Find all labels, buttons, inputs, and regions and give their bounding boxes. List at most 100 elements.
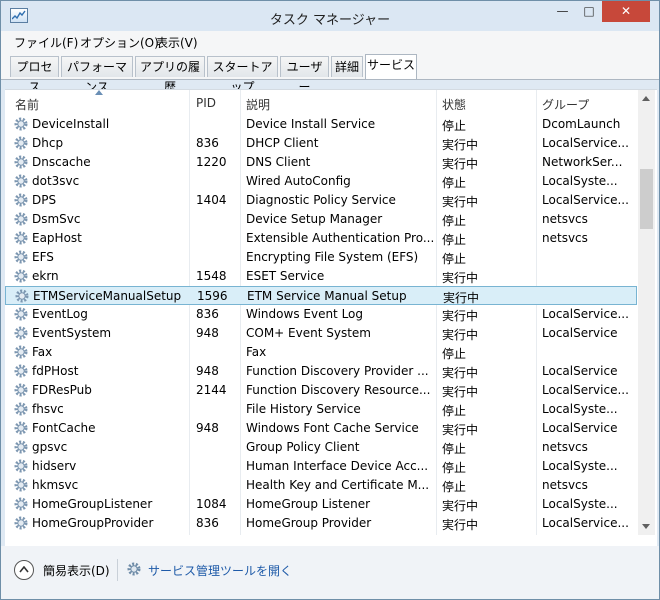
footer-bar: 簡易表示(D) サービス管理ツールを開く (1, 546, 659, 599)
service-status: 停止 (442, 214, 467, 228)
service-row[interactable]: FDResPub 2144 Function Discovery Resource.… (5, 381, 637, 400)
service-group: LocalSyste... (542, 459, 618, 473)
service-name: Dhcp (32, 136, 64, 150)
gear-icon (13, 325, 29, 344)
service-status: 実行中 (442, 499, 479, 513)
tab-performance[interactable]: パフォーマンス (61, 56, 133, 94)
minimize-button[interactable]: — (549, 1, 576, 22)
service-group: LocalSyste... (542, 174, 618, 188)
service-description: COM+ Event System (246, 326, 371, 340)
menu-options[interactable]: オプション(O) (80, 34, 159, 51)
service-row[interactable]: FontCache 948 Windows Font Cache Service 実行… (5, 419, 637, 438)
tab-startup[interactable]: スタートアップ (207, 56, 278, 94)
gear-icon (126, 561, 142, 580)
service-description: DNS Client (246, 155, 311, 169)
gear-icon (13, 306, 29, 325)
service-row[interactable]: HomeGroupProvider 836 HomeGroup Provider 実行… (5, 514, 637, 533)
tab-services[interactable]: サービス (365, 54, 417, 79)
footer-divider (117, 559, 118, 581)
service-group: netsvcs (542, 231, 588, 245)
service-row[interactable]: EapHost Extensible Authentication Pro... 停… (5, 229, 637, 248)
column-description[interactable]: 説明 (246, 96, 270, 113)
fewer-details-label[interactable]: 簡易表示(D) (43, 562, 110, 579)
tab-details[interactable]: 詳細 (331, 56, 363, 77)
service-row[interactable]: fhsvc File History Service 停止 LocalSyste... (5, 400, 637, 419)
service-group: netsvcs (542, 212, 588, 226)
service-name: dot3svc (32, 174, 80, 188)
column-name[interactable]: 名前 (15, 96, 39, 113)
scroll-down-button[interactable] (638, 518, 655, 535)
service-row[interactable]: HomeGroupListener 1084 HomeGroup Listener 実… (5, 495, 637, 514)
service-status: 実行中 (442, 328, 479, 342)
service-description: Device Install Service (246, 117, 376, 131)
title-bar[interactable]: タスク マネージャー — □ ✕ (1, 1, 659, 31)
service-row[interactable]: DPS 1404 Diagnostic Policy Service 実行中 Local… (5, 191, 637, 210)
close-button[interactable]: ✕ (602, 1, 650, 22)
tab-processes[interactable]: プロセス (10, 56, 59, 94)
service-row[interactable]: fdPHost 948 Function Discovery Provider ..… (5, 362, 637, 381)
service-row[interactable]: hidserv Human Interface Device Acc... 停止 Lo… (5, 457, 637, 476)
service-status: 停止 (442, 442, 467, 456)
service-row[interactable]: hkmsvc Health Key and Certificate M... 停止 n… (5, 476, 637, 495)
service-description: Health Key and Certificate M... (246, 478, 430, 492)
fewer-details-button[interactable] (14, 560, 34, 580)
column-group[interactable]: グループ (542, 96, 589, 113)
service-row[interactable]: EventLog 836 Windows Event Log 実行中 LocalServ… (5, 305, 637, 324)
scroll-thumb[interactable] (640, 169, 653, 229)
service-pid: 948 (196, 421, 219, 435)
service-pid: 948 (196, 364, 219, 378)
service-name: EFS (32, 250, 54, 264)
menu-file[interactable]: ファイル(F) (14, 34, 78, 51)
service-pid: 1084 (196, 497, 227, 511)
service-name: fdPHost (32, 364, 79, 378)
service-description: DHCP Client (246, 136, 319, 150)
service-status: 実行中 (442, 157, 479, 171)
service-rows: DeviceInstall Device Install Service 停止 Dco… (5, 115, 637, 535)
service-pid: 1596 (197, 289, 228, 303)
service-description: HomeGroup Provider (246, 516, 372, 530)
service-status: 停止 (442, 119, 467, 133)
service-description: Function Discovery Resource... (246, 383, 431, 397)
service-row[interactable]: EFS Encrypting File System (EFS) 停止 (5, 248, 637, 267)
service-row[interactable]: ETMServiceManualSetup 1596 ETM Service Man… (5, 286, 637, 305)
service-description: ETM Service Manual Setup (247, 289, 407, 303)
service-row[interactable]: gpsvc Group Policy Client 停止 netsvcs (5, 438, 637, 457)
maximize-button[interactable]: □ (576, 1, 602, 22)
service-name: EventSystem (32, 326, 112, 340)
service-row[interactable]: DsmSvc Device Setup Manager 停止 netsvcs (5, 210, 637, 229)
column-pid[interactable]: PID (196, 96, 216, 110)
service-name: ekrn (32, 269, 59, 283)
task-manager-window: タスク マネージャー — □ ✕ ファイル(F) オプション(O) 表示(V) … (0, 0, 660, 600)
service-row[interactable]: ekrn 1548 ESET Service 実行中 (5, 267, 637, 286)
service-status: 停止 (442, 404, 467, 418)
service-status: 実行中 (442, 518, 479, 532)
column-header: 名前 PID 説明 状態 グループ (5, 90, 657, 114)
service-row[interactable]: Fax Fax 停止 (5, 343, 637, 362)
gear-icon (13, 477, 29, 496)
tab-app-history[interactable]: アプリの履歴 (135, 56, 205, 94)
service-pid: 1404 (196, 193, 227, 207)
service-status: 実行中 (442, 366, 479, 380)
service-description: Wired AutoConfig (246, 174, 351, 188)
service-group: LocalSyste... (542, 497, 618, 511)
scroll-up-button[interactable] (638, 90, 655, 107)
gear-icon (13, 401, 29, 420)
service-description: Extensible Authentication Pro... (246, 231, 435, 245)
service-row[interactable]: DeviceInstall Device Install Service 停止 Dco… (5, 115, 637, 134)
service-group: NetworkSer... (542, 155, 623, 169)
service-group: LocalService... (542, 516, 629, 530)
tab-users[interactable]: ユーザー (280, 56, 329, 94)
open-services-link[interactable]: サービス管理ツールを開く (148, 562, 292, 579)
service-row[interactable]: Dnscache 1220 DNS Client 実行中 NetworkSer... (5, 153, 637, 172)
gear-icon (13, 268, 29, 287)
service-description: File History Service (246, 402, 361, 416)
menu-view[interactable]: 表示(V) (156, 34, 198, 51)
vertical-scrollbar[interactable] (638, 90, 655, 535)
service-row[interactable]: IKEEXT888IKE and AuthIP IPsec Keying ...… (5, 533, 637, 535)
service-row[interactable]: Dhcp 836 DHCP Client 実行中 LocalService... (5, 134, 637, 153)
service-row[interactable]: dot3svc Wired AutoConfig 停止 LocalSyste... (5, 172, 637, 191)
gear-icon (13, 154, 29, 173)
service-name: hidserv (32, 459, 77, 473)
column-status[interactable]: 状態 (442, 96, 466, 113)
service-row[interactable]: EventSystem 948 COM+ Event System 実行中 LocalS… (5, 324, 637, 343)
